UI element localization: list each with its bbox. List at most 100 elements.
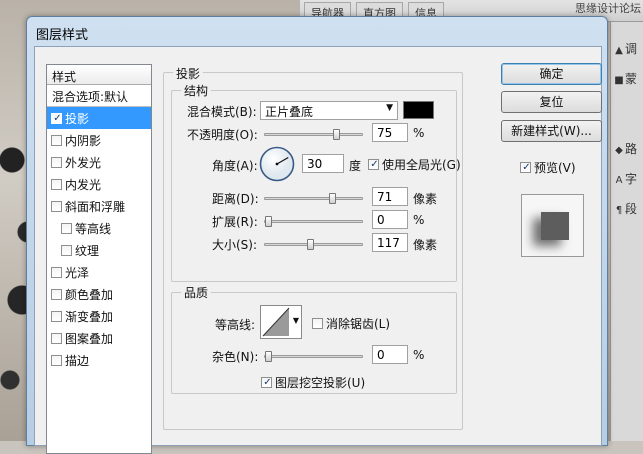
distance-slider-thumb[interactable] [328, 193, 336, 204]
chevron-down-icon: ▼ [386, 103, 393, 113]
style-item-label: 图案叠加 [65, 332, 114, 346]
style-item-label: 外发光 [65, 156, 102, 170]
style-item[interactable]: 斜面和浮雕 [47, 195, 151, 217]
knockout-checkbox-box[interactable] [261, 377, 273, 388]
distance-label: 距离(D): [212, 192, 259, 206]
styles-header[interactable]: 样式 [47, 65, 151, 85]
structure-title: 结构 [181, 82, 212, 99]
style-item[interactable]: 光泽 [47, 261, 151, 283]
style-item-checkbox[interactable] [51, 355, 62, 366]
style-item-checkbox[interactable] [51, 113, 63, 124]
layer-style-dialog: 图层样式 样式 混合选项:默认 投影内阴影外发光内发光斜面和浮雕等高线纹理光泽颜… [26, 16, 608, 454]
style-item-checkbox[interactable] [61, 245, 72, 256]
size-unit: 像素 [413, 238, 438, 252]
dock-item-paragraph[interactable]: ¶ 段 [613, 200, 643, 222]
opacity-input[interactable] [372, 123, 408, 142]
noise-label: 杂色(N): [212, 350, 259, 364]
style-item[interactable]: 外发光 [47, 151, 151, 173]
opacity-slider-thumb[interactable] [332, 129, 340, 140]
style-item[interactable]: 内阴影 [47, 129, 151, 151]
drop-shadow-panel: 投影 结构 混合模式(B): 正片叠底 ▼ 不透明度(O): % 角度(A): [163, 64, 473, 454]
square-icon: ■ [614, 75, 624, 86]
antialias-checkbox-box[interactable] [312, 318, 323, 329]
spread-slider-thumb[interactable] [265, 216, 272, 227]
reset-button[interactable]: 复位 [501, 91, 602, 113]
global-light-checkbox-box[interactable] [368, 159, 380, 170]
style-item-checkbox[interactable] [51, 201, 62, 212]
chevron-down-icon: ▼ [292, 316, 299, 325]
dock-item-character[interactable]: A字 [613, 170, 643, 192]
new-style-button[interactable]: 新建样式(W)... [501, 120, 602, 142]
style-item-checkbox[interactable] [51, 135, 62, 146]
style-item-checkbox[interactable] [61, 223, 72, 234]
dialog-title: 图层样式 [36, 28, 89, 43]
preview-checkbox[interactable]: 预览(V) [520, 159, 576, 176]
style-item-label: 内阴影 [65, 134, 102, 148]
blend-mode-label: 混合模式(B): [187, 105, 257, 119]
path-icon: ◆ [615, 145, 623, 156]
opacity-slider[interactable] [264, 129, 363, 140]
spread-input[interactable] [372, 210, 408, 229]
noise-slider[interactable] [264, 351, 363, 362]
shadow-color-swatch[interactable] [403, 101, 434, 119]
ok-button[interactable]: 确定 [501, 63, 602, 85]
styles-list: 样式 混合选项:默认 投影内阴影外发光内发光斜面和浮雕等高线纹理光泽颜色叠加渐变… [46, 64, 152, 454]
style-item-checkbox[interactable] [51, 289, 62, 300]
angle-dial-icon [259, 146, 295, 182]
noise-input[interactable] [372, 345, 408, 364]
style-item-checkbox[interactable] [51, 267, 62, 278]
size-slider-thumb[interactable] [307, 239, 315, 250]
style-item[interactable]: 描边 [47, 349, 151, 371]
angle-unit: 度 [349, 159, 362, 173]
dialog-title-bar[interactable]: 图层样式 [27, 17, 607, 45]
spread-label: 扩展(R): [212, 215, 258, 229]
contour-picker[interactable]: ▼ [260, 305, 302, 339]
noise-slider-thumb[interactable] [265, 351, 272, 362]
antialias-checkbox[interactable]: 消除锯齿(L) [312, 315, 390, 332]
style-item[interactable]: 颜色叠加 [47, 283, 151, 305]
preview-thumbnail [541, 212, 569, 240]
style-item-label: 斜面和浮雕 [65, 200, 126, 214]
style-item-label: 光泽 [65, 266, 90, 280]
dock-item-masks[interactable]: ■蒙 [613, 70, 643, 92]
style-item-label: 纹理 [75, 244, 100, 258]
opacity-label: 不透明度(O): [187, 128, 258, 142]
size-label: 大小(S): [212, 238, 258, 252]
size-input[interactable] [372, 233, 408, 252]
blend-mode-select[interactable]: 正片叠底 ▼ [260, 101, 398, 120]
distance-unit: 像素 [413, 192, 438, 206]
style-preview [521, 194, 584, 257]
style-item[interactable]: 渐变叠加 [47, 305, 151, 327]
angle-dial[interactable] [259, 146, 295, 182]
style-item[interactable]: 投影 [47, 107, 151, 129]
size-slider[interactable] [264, 239, 363, 250]
triangle-icon: ▲ [615, 45, 623, 56]
style-item[interactable]: 内发光 [47, 173, 151, 195]
style-item-label: 描边 [65, 354, 90, 368]
preview-checkbox-box[interactable] [520, 162, 532, 173]
paragraph-icon: ¶ [615, 205, 623, 216]
blend-options-item[interactable]: 混合选项:默认 [47, 85, 151, 107]
watermark: 思缘设计论坛 [575, 2, 641, 15]
angle-input[interactable] [302, 154, 344, 173]
dock-item-adjustments[interactable]: ▲ 调 [613, 40, 643, 62]
distance-slider[interactable] [264, 193, 363, 204]
contour-label: 等高线: [215, 318, 256, 332]
noise-unit: % [413, 348, 425, 362]
spread-slider[interactable] [264, 216, 363, 227]
contour-icon [262, 307, 290, 337]
dock-item-paths[interactable]: ◆ 路 [613, 140, 643, 162]
style-item-checkbox[interactable] [51, 333, 62, 344]
style-item-checkbox[interactable] [51, 157, 62, 168]
style-item[interactable]: 等高线 [47, 217, 151, 239]
knockout-checkbox[interactable]: 图层挖空投影(U) [261, 374, 365, 391]
distance-input[interactable] [372, 187, 408, 206]
style-item[interactable]: 纹理 [47, 239, 151, 261]
style-item-checkbox[interactable] [51, 311, 62, 322]
style-item[interactable]: 图案叠加 [47, 327, 151, 349]
style-item-checkbox[interactable] [51, 179, 62, 190]
style-item-label: 等高线 [75, 222, 112, 236]
global-light-checkbox[interactable]: 使用全局光(G) [368, 156, 461, 173]
spread-unit: % [413, 213, 425, 227]
type-icon: A [615, 175, 623, 186]
